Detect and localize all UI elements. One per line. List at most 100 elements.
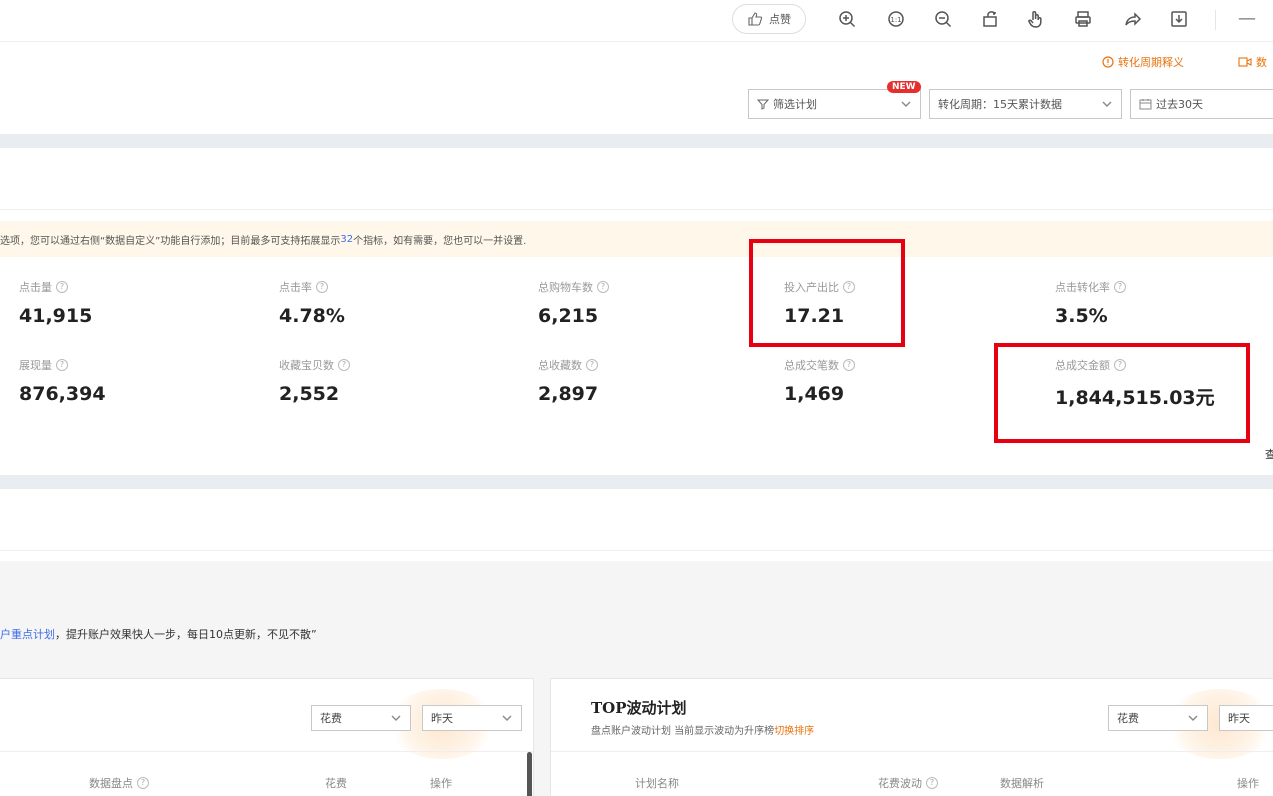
time-select[interactable]: 昨天 bbox=[1219, 705, 1273, 731]
metric-label: 点击量 bbox=[19, 281, 52, 294]
help-icon[interactable]: ? bbox=[586, 359, 598, 371]
metric-select-label: 花费 bbox=[320, 712, 342, 725]
column-header-analysis: 数据解析 bbox=[1000, 777, 1044, 790]
section-divider bbox=[0, 134, 1273, 148]
column-header-action: 操作 bbox=[1237, 777, 1259, 790]
top-fluctuation-panel: TOP波动计划 盘点账户波动计划 当前显示波动为升序榜切换排序 花费 昨天 计划… bbox=[550, 678, 1273, 796]
switch-sort-link[interactable]: 切换排序 bbox=[774, 726, 814, 737]
column-header-review: 数据盘点? bbox=[89, 775, 149, 791]
metric-label: 点击转化率 bbox=[1055, 281, 1110, 294]
help-icon[interactable]: ? bbox=[1114, 281, 1126, 293]
fit-icon[interactable]: 1:1 bbox=[884, 7, 908, 31]
viewer-toolbar: 点赞 1:1 — bbox=[0, 0, 1273, 42]
help-icon[interactable]: ? bbox=[843, 359, 855, 371]
conversion-period-select[interactable]: 转化周期：15天累计数据 bbox=[929, 89, 1122, 119]
panel-subtitle: 盘点账户波动计划 当前显示波动为升序榜切换排序 bbox=[591, 722, 814, 737]
filter-icon bbox=[757, 99, 769, 110]
column-header-plan-name: 计划名称 bbox=[635, 777, 679, 790]
section-divider bbox=[0, 475, 1273, 489]
metric-ctr: 点击率? 4.78% bbox=[279, 279, 345, 327]
help-icon[interactable]: ? bbox=[338, 359, 350, 371]
notice-text-before: 选项，您可以通过右侧“数据自定义”功能自行添加；目前最多可支持拓展显示 bbox=[0, 235, 341, 247]
metric-label: 总收藏数 bbox=[538, 359, 582, 372]
conversion-period-label: 转化周期：15天累计数据 bbox=[938, 98, 1062, 111]
chevron-down-icon bbox=[900, 98, 912, 110]
zoom-out-icon[interactable] bbox=[931, 7, 955, 31]
metric-cart: 总购物车数? 6,215 bbox=[538, 279, 609, 327]
plan-filter-label: 筛选计划 bbox=[773, 98, 817, 111]
video-icon bbox=[1238, 57, 1252, 67]
metric-clicks: 点击量? 41,915 bbox=[19, 279, 92, 327]
help-icon[interactable]: ? bbox=[316, 281, 328, 293]
scrollbar[interactable] bbox=[527, 752, 532, 796]
date-range-picker[interactable]: 过去30天 bbox=[1130, 89, 1273, 119]
minimize-button[interactable]: — bbox=[1238, 8, 1256, 29]
help-icon[interactable]: ? bbox=[137, 777, 149, 789]
notice-text-after: 个指标，如有需要，您也可以一并设置. bbox=[353, 235, 527, 247]
conversion-explain-link[interactable]: 转化周期释义 bbox=[1102, 54, 1184, 70]
toolbar-divider bbox=[1215, 10, 1216, 30]
slogan-text: ，提升账户效果快人一步，每日10点更新，不见不散” bbox=[55, 628, 317, 641]
notice-highlight: 32 bbox=[340, 233, 354, 245]
annotation-box-gmv bbox=[994, 343, 1250, 443]
metric-label: 展现量 bbox=[19, 359, 52, 372]
new-badge: NEW bbox=[887, 81, 921, 93]
svg-text:1:1: 1:1 bbox=[890, 16, 901, 24]
data-link-label: 数 bbox=[1256, 56, 1267, 69]
chevron-down-icon bbox=[1101, 98, 1113, 110]
metric-value: 41,915 bbox=[19, 305, 93, 327]
metric-select[interactable]: 花费 bbox=[311, 705, 411, 731]
column-header-label: 花费波动 bbox=[878, 777, 922, 790]
column-header-label: 数据盘点 bbox=[89, 777, 133, 790]
divider-line bbox=[0, 751, 535, 752]
data-review-panel: 花费 昨天 数据盘点? 花费 操作 bbox=[0, 678, 535, 796]
metric-value: 1,469 bbox=[784, 383, 845, 405]
view-more-link[interactable]: 查 bbox=[1265, 446, 1273, 462]
metric-select[interactable]: 花费 bbox=[1108, 705, 1208, 731]
conversion-explain-label: 转化周期释义 bbox=[1118, 56, 1184, 69]
print-icon[interactable] bbox=[1071, 7, 1095, 31]
divider-line bbox=[0, 550, 1273, 551]
chevron-down-icon bbox=[1187, 712, 1199, 724]
calendar-icon bbox=[1139, 99, 1152, 110]
warning-icon bbox=[1102, 56, 1114, 68]
insight-slogan: 户重点计划，提升账户效果快人一步，每日10点更新，不见不散” bbox=[0, 626, 317, 642]
metric-value: 2,897 bbox=[538, 383, 599, 405]
time-select-label: 昨天 bbox=[1228, 712, 1250, 725]
metric-total-fav: 总收藏数? 2,897 bbox=[538, 357, 598, 405]
metric-value: 876,394 bbox=[19, 383, 106, 405]
metric-orders: 总成交笔数? 1,469 bbox=[784, 357, 855, 405]
metric-value: 3.5% bbox=[1055, 305, 1108, 327]
metrics-notice: 选项，您可以通过右侧“数据自定义”功能自行添加；目前最多可支持拓展显示 32 个… bbox=[0, 221, 1273, 257]
hand-icon[interactable] bbox=[1024, 7, 1048, 31]
slogan-highlight[interactable]: 户重点计划 bbox=[0, 628, 55, 641]
metric-impressions: 展现量? 876,394 bbox=[19, 357, 106, 405]
like-button[interactable]: 点赞 bbox=[732, 4, 806, 34]
help-icon[interactable]: ? bbox=[926, 777, 938, 789]
help-icon[interactable]: ? bbox=[56, 359, 68, 371]
metric-label: 总成交笔数 bbox=[784, 359, 839, 372]
download-icon[interactable] bbox=[1167, 7, 1191, 31]
help-icon[interactable]: ? bbox=[597, 281, 609, 293]
metric-label: 收藏宝贝数 bbox=[279, 359, 334, 372]
date-range-label: 过去30天 bbox=[1156, 98, 1203, 111]
share-icon[interactable] bbox=[1120, 7, 1144, 31]
thumbs-up-icon bbox=[748, 12, 763, 26]
metric-label: 点击率 bbox=[279, 281, 312, 294]
metric-value: 4.78% bbox=[279, 305, 345, 327]
rotate-icon[interactable] bbox=[978, 7, 1002, 31]
time-select[interactable]: 昨天 bbox=[422, 705, 522, 731]
metric-value: 2,552 bbox=[279, 383, 340, 405]
metric-select-label: 花费 bbox=[1117, 712, 1139, 725]
divider-line bbox=[551, 751, 1273, 752]
panel-title: TOP波动计划 bbox=[591, 699, 687, 717]
metric-label: 总购物车数 bbox=[538, 281, 593, 294]
help-icon[interactable]: ? bbox=[56, 281, 68, 293]
data-link[interactable]: 数 bbox=[1238, 54, 1267, 70]
panel-subtitle-text: 盘点账户波动计划 当前显示波动为升序榜 bbox=[591, 726, 775, 737]
metric-value: 6,215 bbox=[538, 305, 599, 327]
plan-filter-select[interactable]: 筛选计划 bbox=[748, 89, 921, 119]
chevron-down-icon bbox=[390, 712, 402, 724]
zoom-in-icon[interactable] bbox=[835, 7, 859, 31]
metric-fav-items: 收藏宝贝数? 2,552 bbox=[279, 357, 350, 405]
